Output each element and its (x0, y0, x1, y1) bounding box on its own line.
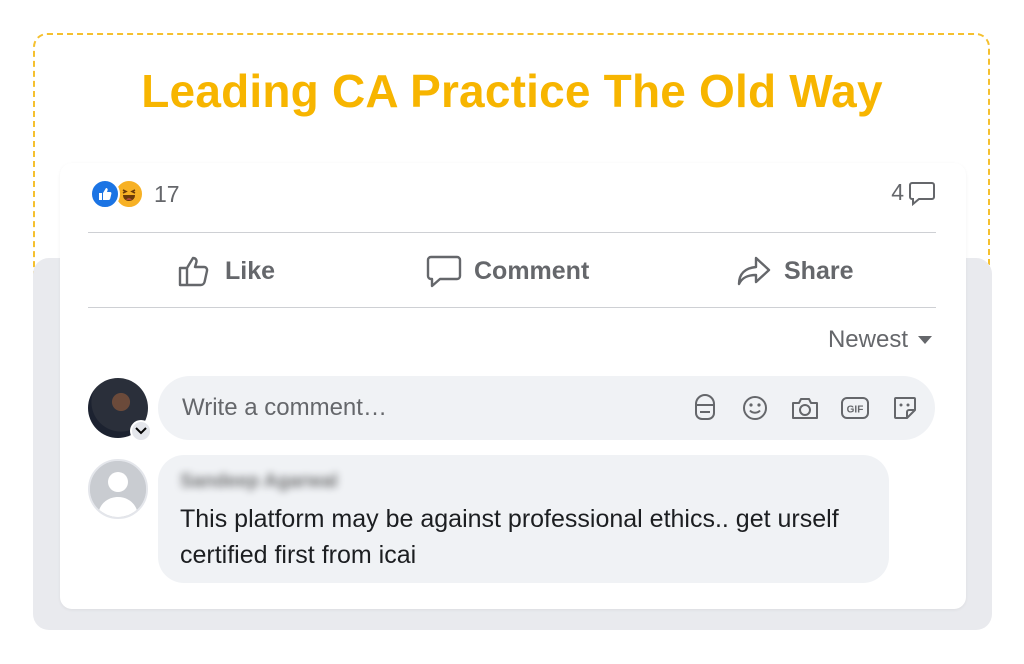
comment-text: This platform may be against professiona… (180, 505, 839, 569)
comment-composer: GIF (158, 376, 935, 440)
commenter-avatar[interactable] (88, 459, 148, 519)
share-label: Share (784, 256, 854, 285)
reaction-count: 17 (154, 180, 180, 207)
comment-input[interactable] (180, 393, 644, 423)
reactions-summary[interactable]: 17 (90, 177, 180, 211)
share-button[interactable]: Share (736, 249, 853, 293)
share-icon (737, 256, 771, 286)
divider (88, 307, 936, 308)
camera-icon[interactable] (789, 392, 821, 424)
comment-count-value: 4 (891, 179, 904, 205)
comment-label: Comment (474, 256, 590, 285)
avatar-sticker-icon[interactable] (689, 392, 721, 424)
comment-button[interactable]: Comment (426, 249, 589, 293)
post-card: 17 4 Like Comment Share Newest Write a c… (60, 163, 966, 609)
comment-bubble: Sandeep Agarwal This platform may be aga… (158, 455, 889, 583)
current-user-avatar[interactable] (88, 378, 152, 442)
comment-author[interactable]: Sandeep Agarwal (180, 471, 338, 493)
gif-icon[interactable]: GIF (839, 392, 871, 424)
sort-dropdown[interactable]: Newest (828, 326, 932, 354)
comments-count[interactable]: 4 (891, 179, 936, 206)
like-label: Like (225, 256, 276, 285)
page-title: Leading CA Practice The Old Way (141, 65, 883, 117)
sort-label: Newest (827, 326, 908, 353)
sticker-icon[interactable] (889, 392, 921, 424)
svg-text:GIF: GIF (847, 405, 864, 416)
thumbs-up-icon (178, 256, 209, 287)
divider (88, 232, 936, 233)
default-profile-icon (90, 461, 146, 517)
chevron-down-icon[interactable] (130, 420, 152, 442)
emoji-icon[interactable] (739, 392, 771, 424)
composer-toolbar: GIF (689, 392, 921, 424)
comment-icon (426, 255, 462, 288)
like-reaction-icon (90, 179, 120, 209)
caret-down-icon (918, 336, 932, 344)
like-button[interactable]: Like (177, 249, 275, 293)
comment-bubble-icon (909, 181, 935, 206)
